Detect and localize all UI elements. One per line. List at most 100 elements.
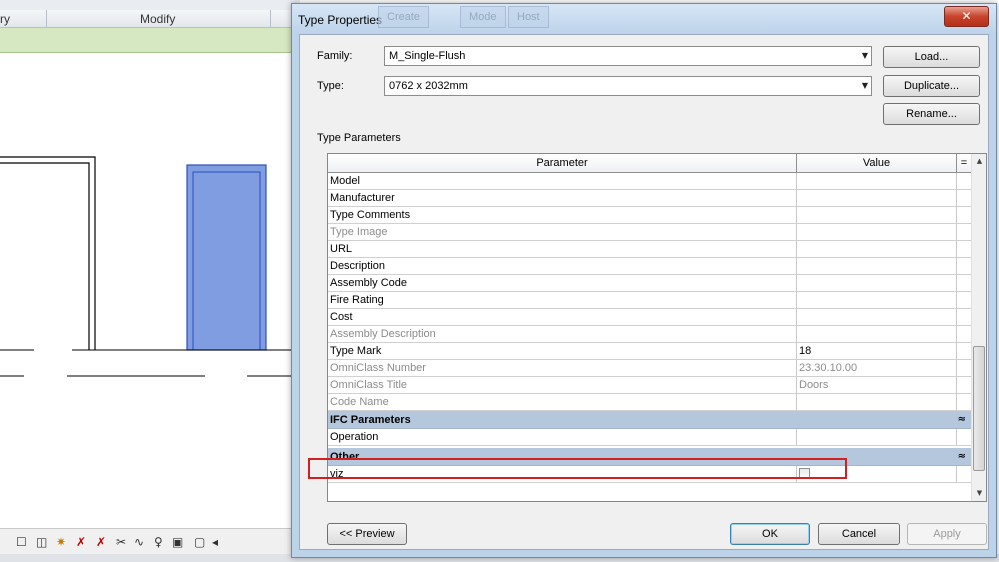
param-name: Code Name — [328, 394, 797, 410]
view-control-bar: ☐ ◫ ✷ ✗ ✗ ✂ ∿ ♀ ▣ ▢ ◂ — [0, 528, 292, 555]
column-header-value[interactable]: Value — [797, 154, 957, 173]
param-name: OmniClass Title — [328, 377, 797, 393]
scroll-left-icon[interactable]: ◂ — [212, 535, 218, 549]
rename-button[interactable]: Rename... — [883, 103, 980, 125]
param-value[interactable] — [797, 292, 957, 308]
param-name: Type Mark — [328, 343, 797, 359]
ok-button[interactable]: OK — [730, 523, 810, 545]
group-label: IFC Parameters — [330, 414, 411, 426]
elevation-drawing — [0, 156, 292, 377]
type-parameters-grid[interactable]: Parameter Value = Model Manufacturer Typ… — [327, 153, 987, 502]
table-row[interactable]: URL — [328, 241, 971, 258]
param-name: Model — [328, 173, 797, 189]
duplicate-button[interactable]: Duplicate... — [883, 75, 980, 97]
table-row[interactable]: Model — [328, 173, 971, 190]
param-value[interactable]: Doors — [797, 377, 957, 393]
table-row[interactable]: Assembly Description — [328, 326, 971, 343]
param-value[interactable] — [797, 258, 957, 274]
sun-icon[interactable]: ✷ — [56, 535, 66, 549]
collapse-icon[interactable]: ≈ — [958, 448, 966, 466]
type-parameters-heading: Type Parameters — [317, 132, 401, 144]
chevron-down-icon: ▼ — [861, 51, 868, 60]
param-value[interactable] — [797, 241, 957, 257]
param-value[interactable]: 18 — [797, 343, 957, 359]
param-name: Assembly Code — [328, 275, 797, 291]
temporary-view-icon[interactable]: ▢ — [194, 535, 205, 549]
drawing-canvas[interactable] — [0, 53, 292, 528]
param-value[interactable] — [797, 173, 957, 189]
reveal-hidden-icon[interactable]: ✗ — [96, 535, 106, 549]
scrollbar-thumb[interactable] — [973, 346, 985, 471]
ghost-tab: Create — [378, 6, 430, 28]
param-value[interactable] — [797, 224, 957, 240]
square-icon[interactable]: ☐ — [16, 535, 27, 549]
preview-button[interactable]: << Preview — [327, 523, 407, 545]
scroll-down-icon[interactable]: ▼ — [972, 486, 986, 501]
load-button[interactable]: Load... — [883, 46, 980, 68]
pin-icon[interactable]: ♀ — [154, 535, 163, 549]
dialog-titlebar[interactable]: Type Properties Create Mode Host ✕ — [292, 4, 996, 34]
param-name: Cost — [328, 309, 797, 325]
family-value: M_Single-Flush — [389, 50, 466, 62]
param-value[interactable] — [797, 275, 957, 291]
opening-frame-inner — [0, 162, 90, 350]
param-value[interactable] — [797, 429, 957, 445]
param-name: Assembly Description — [328, 326, 797, 342]
param-name: Type Comments — [328, 207, 797, 223]
chevron-down-icon: ▼ — [861, 81, 868, 90]
crop-icon[interactable]: ✂ — [116, 535, 126, 549]
wave-icon[interactable]: ∿ — [134, 535, 144, 549]
param-value[interactable] — [797, 394, 957, 410]
table-row[interactable]: OmniClass Title Doors — [328, 377, 971, 394]
type-dropdown[interactable]: 0762 x 2032mm ▼ — [384, 76, 872, 96]
param-value[interactable] — [797, 326, 957, 342]
cancel-button[interactable]: Cancel — [818, 523, 900, 545]
table-row[interactable]: Manufacturer — [328, 190, 971, 207]
scroll-up-icon[interactable]: ▲ — [972, 154, 986, 169]
group-header-ifc-parameters[interactable]: IFC Parameters ≈ — [328, 411, 971, 429]
ribbon-divider — [270, 10, 271, 27]
ghost-tab: Host — [508, 6, 549, 28]
options-bar — [0, 28, 300, 53]
film-icon[interactable]: ▣ — [172, 535, 183, 549]
param-value[interactable]: 23.30.10.00 — [797, 360, 957, 376]
ribbon-divider — [46, 10, 47, 27]
table-row[interactable]: Assembly Code — [328, 275, 971, 292]
table-row[interactable]: Type Comments — [328, 207, 971, 224]
param-name: Fire Rating — [328, 292, 797, 308]
column-header-parameter[interactable]: Parameter — [328, 154, 797, 173]
table-row[interactable]: Type Mark 18 — [328, 343, 971, 360]
ribbon-panel-label-modify[interactable]: Modify — [140, 12, 175, 26]
table-row[interactable]: Operation — [328, 429, 971, 446]
annotation-highlight-box — [308, 458, 847, 479]
table-row[interactable]: Description — [328, 258, 971, 275]
ribbon-panel-labels: ry Modify — [0, 10, 300, 28]
param-name: Type Image — [328, 224, 797, 240]
param-name: OmniClass Number — [328, 360, 797, 376]
collapse-icon[interactable]: ≈ — [958, 411, 966, 429]
param-value[interactable] — [797, 309, 957, 325]
hide-isolate-icon[interactable]: ✗ — [76, 535, 86, 549]
param-name: URL — [328, 241, 797, 257]
column-header-equals[interactable]: = — [957, 154, 971, 173]
family-label: Family: — [317, 50, 353, 62]
table-row[interactable]: Code Name — [328, 394, 971, 411]
table-row[interactable]: Fire Rating — [328, 292, 971, 309]
param-name: Description — [328, 258, 797, 274]
close-button[interactable]: ✕ — [944, 6, 989, 27]
param-name: Manufacturer — [328, 190, 797, 206]
door-panel — [186, 164, 267, 351]
family-dropdown[interactable]: M_Single-Flush ▼ — [384, 46, 872, 66]
close-icon: ✕ — [961, 9, 972, 23]
ghost-tab: Mode — [460, 6, 506, 28]
table-row[interactable]: Type Image — [328, 224, 971, 241]
param-name: Operation — [328, 429, 797, 445]
grid-scrollbar[interactable]: ▲ ▼ — [971, 154, 986, 501]
param-value[interactable] — [797, 190, 957, 206]
table-row[interactable]: OmniClass Number 23.30.10.00 — [328, 360, 971, 377]
table-row[interactable]: Cost — [328, 309, 971, 326]
cube-icon[interactable]: ◫ — [36, 535, 47, 549]
param-value[interactable] — [797, 207, 957, 223]
type-value: 0762 x 2032mm — [389, 80, 468, 92]
apply-button[interactable]: Apply — [907, 523, 987, 545]
